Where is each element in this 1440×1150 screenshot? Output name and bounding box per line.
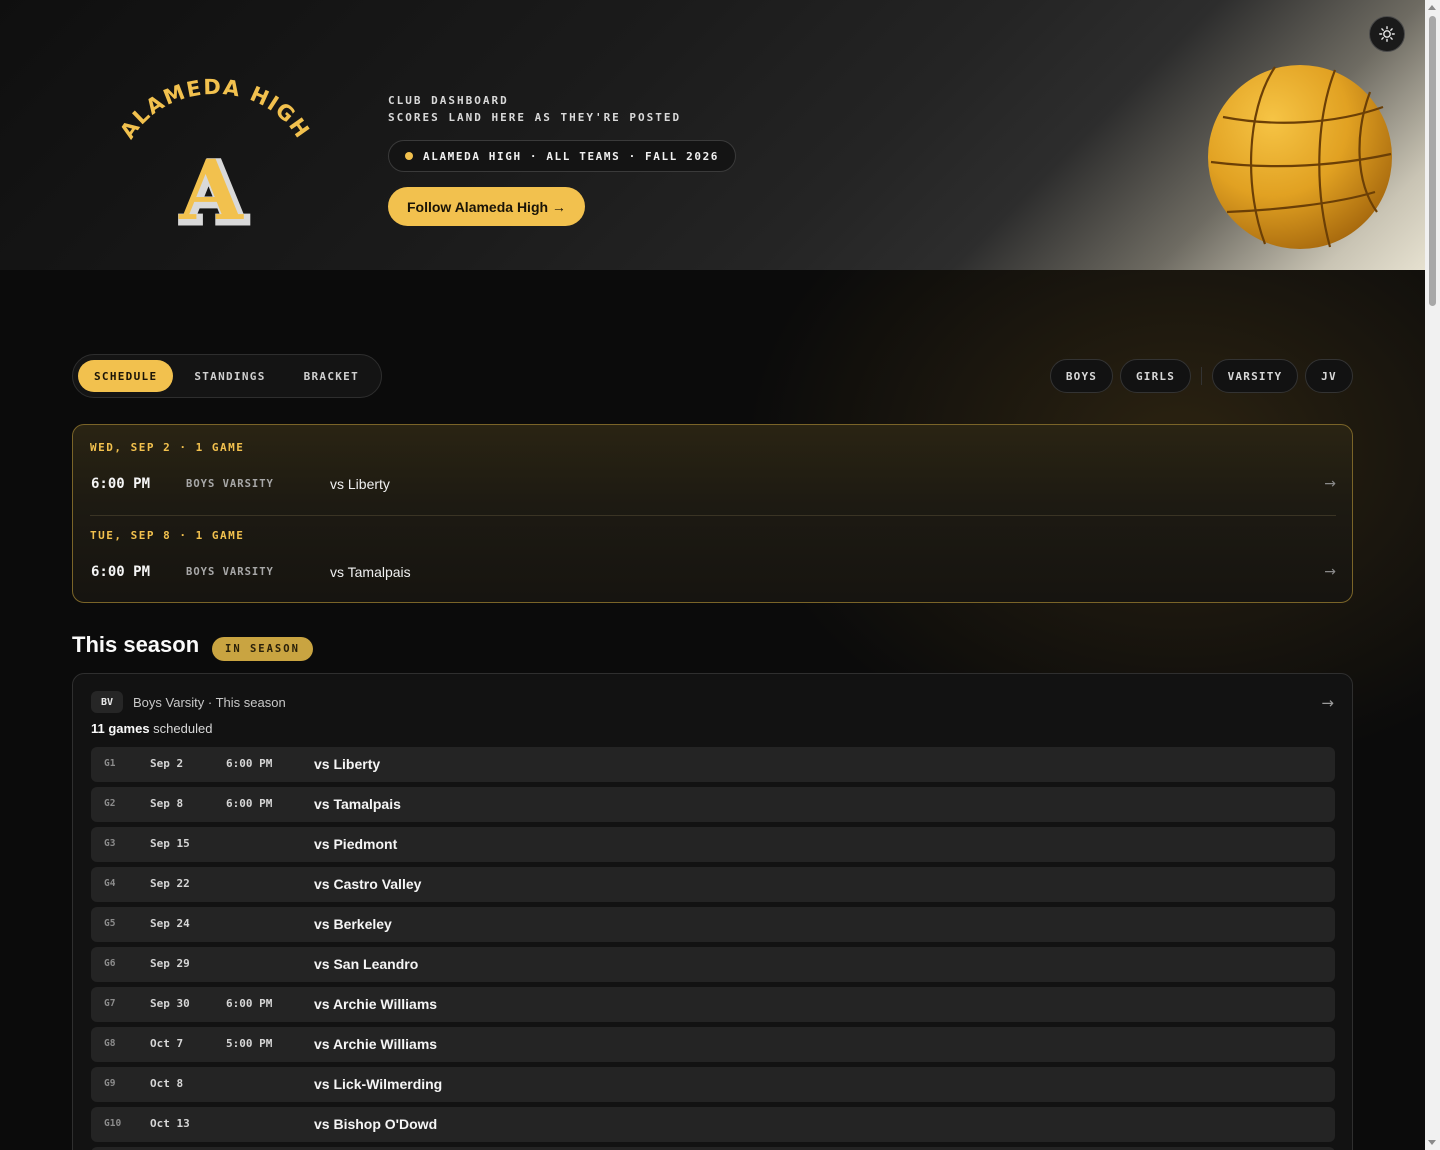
game-row[interactable]: G9 Oct 8 vs Lick-Wilmerding [91,1067,1335,1102]
status-badge: IN SEASON [212,637,313,661]
school-logo: ALAMEDA HIGH A A [115,78,314,238]
games-count: 11 games scheduled [91,721,212,736]
game-date: Sep 22 [150,877,190,890]
game-opponent: vs Tamalpais [330,564,411,580]
eyebrow-subtitle: SCORES LAND HERE AS THEY'RE POSTED [388,111,682,124]
game-row[interactable]: G6 Sep 29 vs San Leandro [91,947,1335,982]
hero-banner: ALAMEDA HIGH A A CLUB DASHBOARD SCORES L… [0,0,1425,270]
game-date: Sep 8 [150,797,184,810]
game-opponent: vs Berkeley [314,916,392,932]
tab-schedule[interactable]: SCHEDULE [78,360,174,392]
game-date: Oct 8 [150,1077,184,1090]
game-number: G10 [104,1118,122,1129]
game-number: G9 [104,1078,116,1089]
game-number: G5 [104,918,116,929]
game-opponent: vs Liberty [330,476,390,492]
game-time: 6:00 PM [91,476,151,492]
context-pill: ALAMEDA HIGH · ALL TEAMS · FALL 2026 [388,140,737,172]
game-number: G7 [104,998,116,1009]
game-team: BOYS VARSITY [186,566,274,578]
game-row[interactable]: G10 Oct 13 vs Bishop O'Dowd [91,1107,1335,1142]
game-row[interactable]: G4 Sep 22 vs Castro Valley [91,867,1335,902]
scroll-down-arrow-icon[interactable] [1428,1140,1436,1145]
game-number: G1 [104,758,116,769]
water-polo-ball-icon [1208,65,1392,249]
game-time: 5:00 PM [226,1037,273,1050]
page-scrollbar[interactable] [1425,0,1440,1150]
game-row[interactable]: G2 Sep 8 6:00 PM vs Tamalpais [91,787,1335,822]
page: ALAMEDA HIGH A A CLUB DASHBOARD SCORES L… [0,0,1425,1150]
day-header: WED, SEP 2 · 1 GAME [90,441,245,454]
scroll-up-arrow-icon[interactable] [1428,5,1436,10]
games-count-number: 11 games [91,721,150,736]
game-opponent: vs Archie Williams [314,1036,438,1052]
tab-standings[interactable]: STANDINGS [173,360,286,392]
game-opponent: vs Archie Williams [314,996,438,1012]
arrow-right-icon[interactable]: → [1321,694,1334,712]
game-opponent: vs Piedmont [314,836,398,852]
game-opponent: vs Lick-Wilmerding [314,1076,443,1092]
game-number: G8 [104,1038,116,1049]
game-row[interactable]: G3 Sep 15 vs Piedmont [91,827,1335,862]
game-time: 6:00 PM [226,997,273,1010]
day-header: TUE, SEP 8 · 1 GAME [90,529,245,542]
game-number: G4 [104,878,116,889]
game-date: Sep 30 [150,997,190,1010]
tab-bracket[interactable]: BRACKET [287,360,376,392]
upcoming-game-row[interactable]: 6:00 PM BOYS VARSITY vs Liberty → [90,469,1336,499]
day-divider [90,515,1336,516]
game-row[interactable]: G5 Sep 24 vs Berkeley [91,907,1335,942]
game-opponent: vs Bishop O'Dowd [314,1116,438,1132]
team-tag: BV [91,691,123,713]
follow-button[interactable]: Follow Alameda High → [388,187,585,226]
status-dot-icon [405,152,413,160]
arrow-right-icon: → [1324,476,1336,492]
filter-girls[interactable]: GIRLS [1120,359,1191,393]
filter-boys[interactable]: BOYS [1050,359,1113,393]
view-tabs: SCHEDULE STANDINGS BRACKET [72,354,382,398]
arrow-right-icon: → [1324,564,1336,580]
game-row[interactable]: G7 Sep 30 6:00 PM vs Archie Williams [91,987,1335,1022]
game-date: Sep 24 [150,917,190,930]
team-season-heading: Boys Varsity · This season [133,695,286,710]
game-opponent: vs San Leandro [314,956,419,972]
filter-varsity[interactable]: VARSITY [1212,359,1298,393]
theme-toggle-button[interactable] [1369,16,1405,52]
upcoming-games-card: WED, SEP 2 · 1 GAME 6:00 PM BOYS VARSITY… [72,424,1353,603]
game-date: Sep 2 [150,757,184,770]
logo-arc-text: ALAMEDA HIGH [115,78,313,143]
game-time: 6:00 PM [91,564,151,580]
logo-letter: A [178,143,244,238]
game-opponent: vs Tamalpais [314,796,401,812]
game-time: 6:00 PM [226,757,273,770]
game-opponent: vs Castro Valley [314,876,422,892]
svg-text:ALAMEDA HIGH: ALAMEDA HIGH [115,78,314,143]
games-count-text: scheduled [149,721,213,736]
hero-text: CLUB DASHBOARD SCORES LAND HERE AS THEY'… [388,92,737,226]
upcoming-game-row[interactable]: 6:00 PM BOYS VARSITY vs Tamalpais → [90,557,1336,587]
team-season-card: BV Boys Varsity · This season → 11 games… [72,673,1353,1150]
game-date: Sep 29 [150,957,190,970]
game-date: Oct 13 [150,1117,190,1130]
game-time: 6:00 PM [226,797,273,810]
game-number: G3 [104,838,116,849]
game-date: Oct 7 [150,1037,184,1050]
filter-jv[interactable]: JV [1305,359,1353,393]
game-row[interactable]: G1 Sep 2 6:00 PM vs Liberty [91,747,1335,782]
game-number: G6 [104,958,116,969]
filter-divider [1201,367,1202,385]
context-pill-label: ALAMEDA HIGH · ALL TEAMS · FALL 2026 [423,149,720,163]
season-title: This season [72,632,200,657]
scrollbar-thumb[interactable] [1429,16,1436,306]
game-number: G2 [104,798,116,809]
sun-icon [1379,26,1395,42]
game-opponent: vs Liberty [314,756,381,772]
game-row[interactable]: G8 Oct 7 5:00 PM vs Archie Williams [91,1027,1335,1062]
game-team: BOYS VARSITY [186,478,274,490]
game-date: Sep 15 [150,837,190,850]
eyebrow-title: CLUB DASHBOARD [388,94,509,107]
